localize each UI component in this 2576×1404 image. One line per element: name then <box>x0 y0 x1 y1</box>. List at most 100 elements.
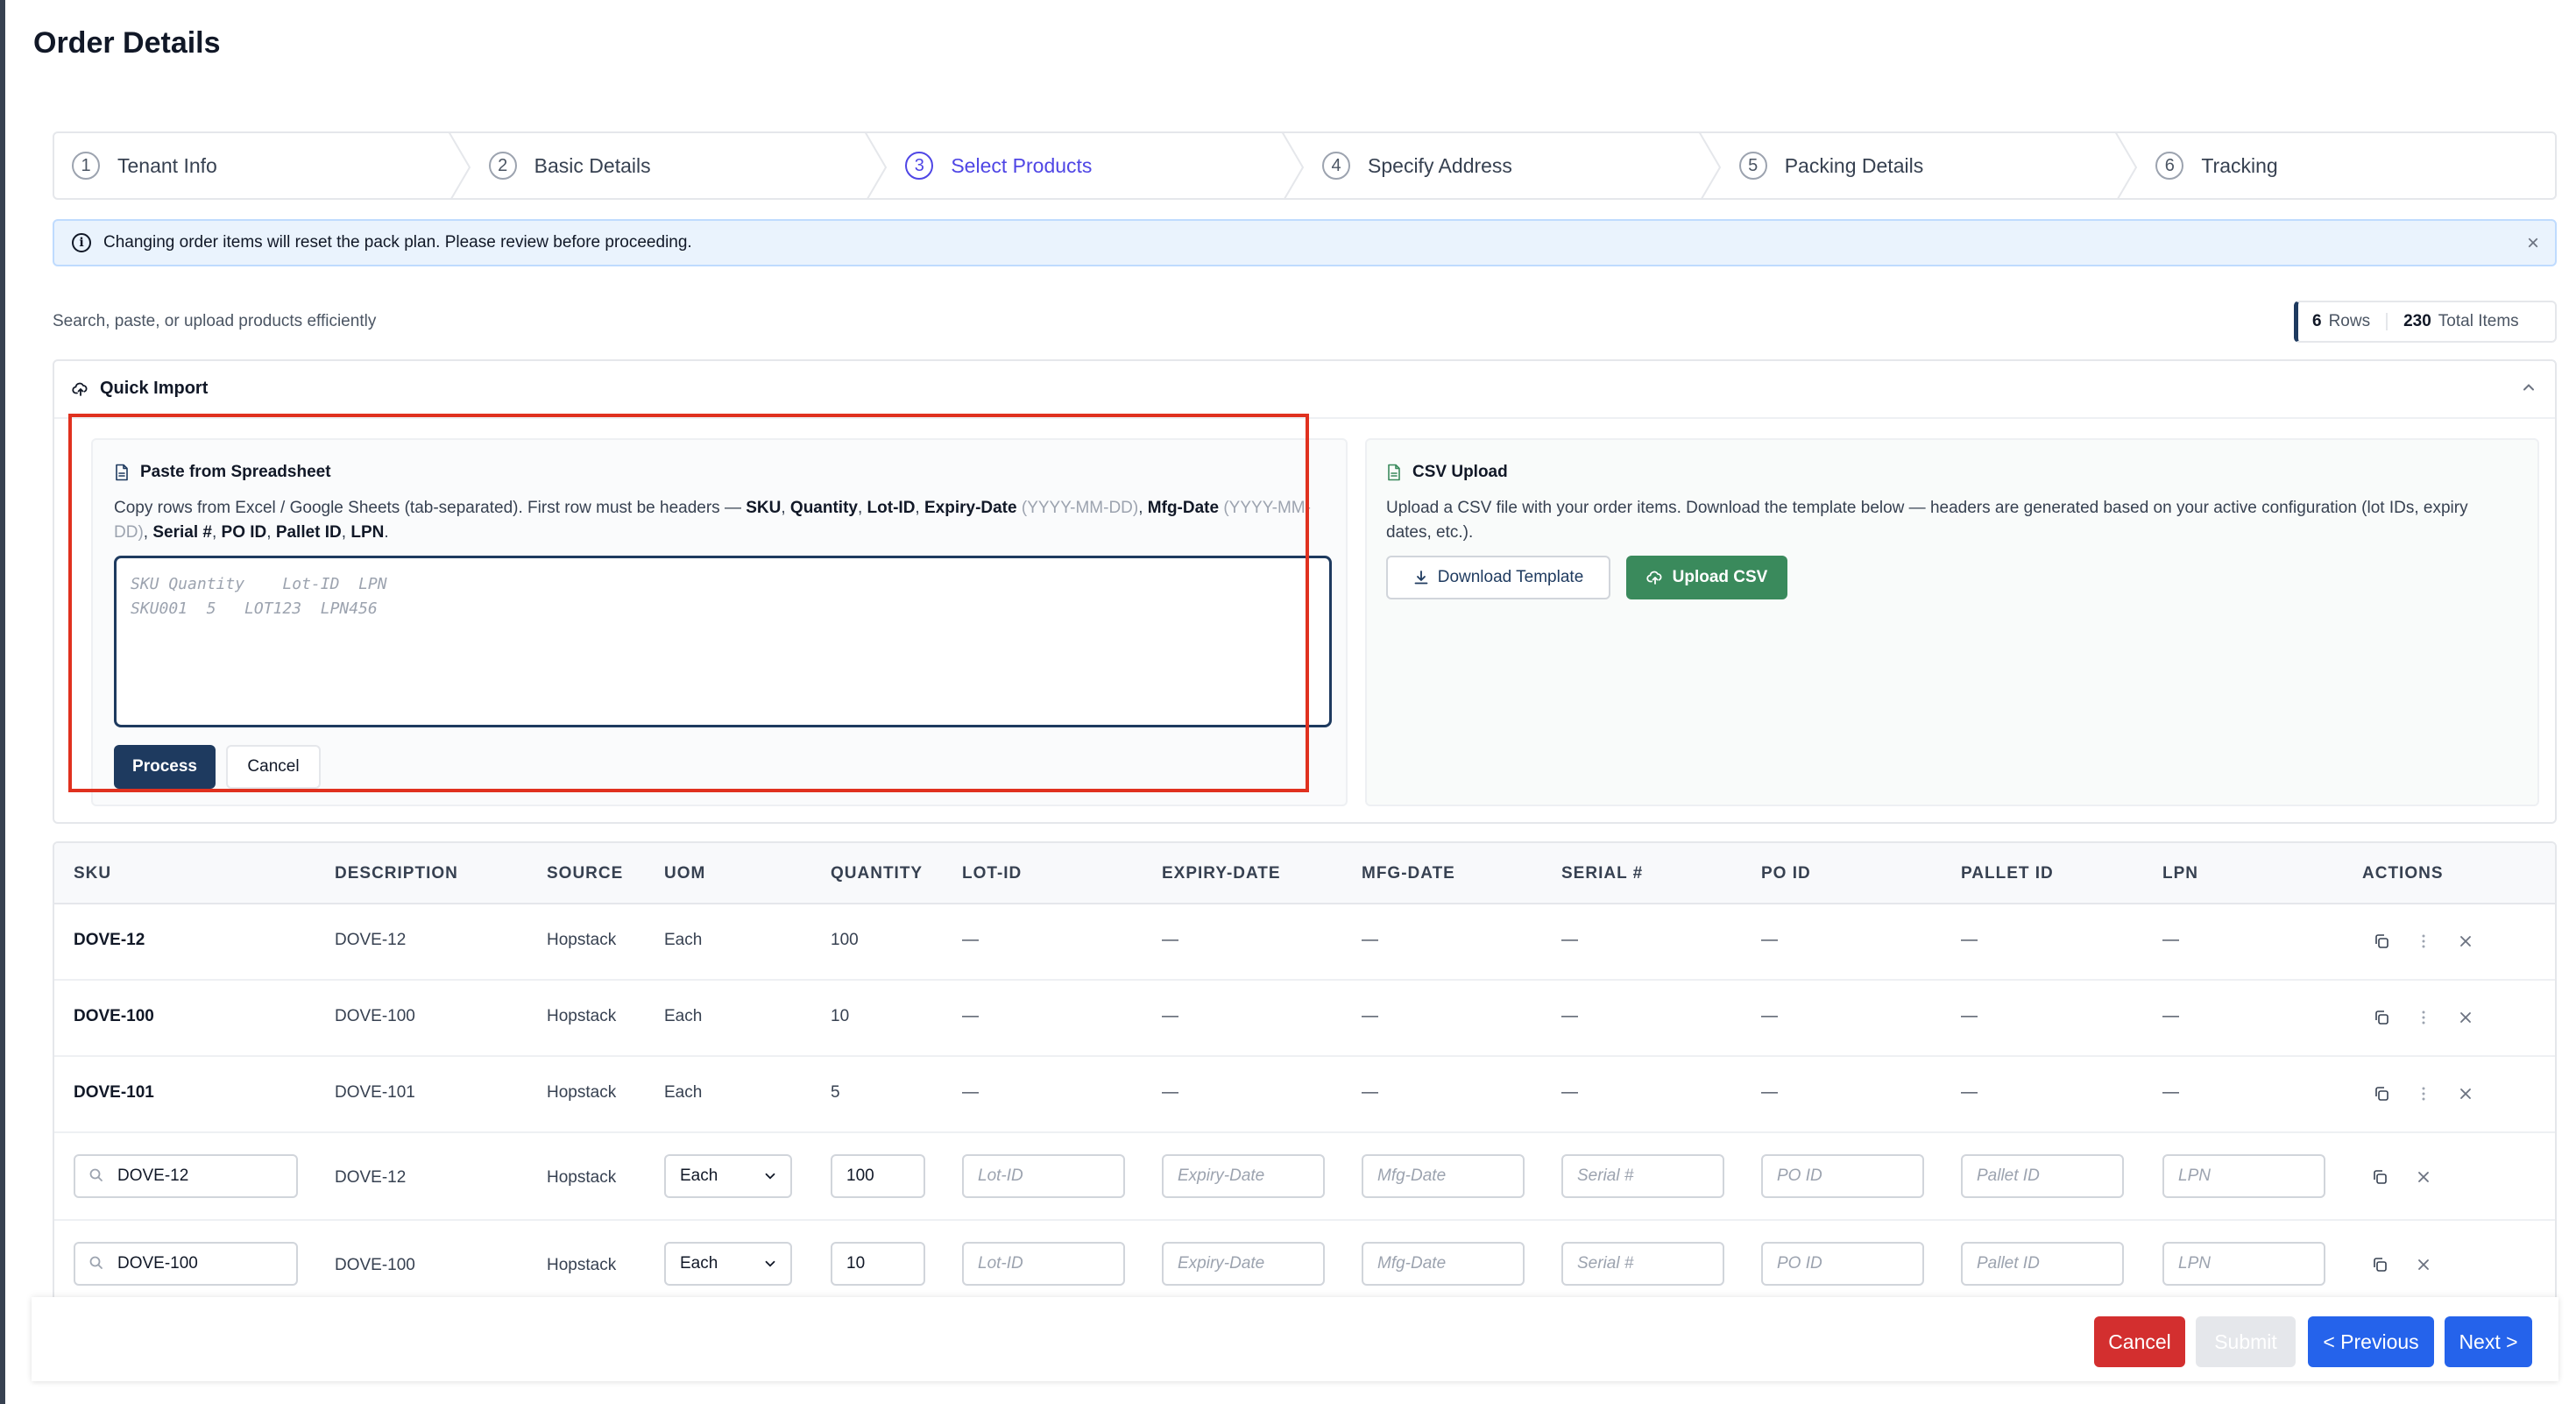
step-label: Tenant Info <box>117 153 217 177</box>
step-separator <box>865 133 888 198</box>
sku-search-input[interactable]: DOVE-12 <box>74 1154 298 1198</box>
download-template-button[interactable]: Download Template <box>1386 556 1610 599</box>
quantity-input[interactable]: 10 <box>831 1242 925 1286</box>
cell-po: — <box>1761 1083 1778 1102</box>
previous-button[interactable]: < Previous <box>2308 1316 2434 1367</box>
paste-title-text: Paste from Spreadsheet <box>140 463 331 481</box>
step-4[interactable]: 4 Specify Address <box>1305 133 1722 198</box>
lpn-input[interactable]: LPN <box>2162 1242 2325 1286</box>
page-title: Order Details <box>33 26 221 60</box>
divider <box>54 417 2555 419</box>
cell-description: DOVE-12 <box>335 931 407 949</box>
column-header: SOURCE <box>547 864 624 883</box>
cell-lpn: — <box>2162 1007 2179 1025</box>
counts-summary: 6 Rows 230 Total Items <box>2294 301 2557 343</box>
table-row-editable: DOVE-12 DOVE-12 Hopstack Each 100 Lot-ID Expir… <box>54 1133 2555 1221</box>
lpn-input[interactable]: LPN <box>2162 1154 2325 1198</box>
step-5[interactable]: 5 Packing Details <box>1722 133 2139 198</box>
close-icon[interactable]: × <box>2527 231 2539 256</box>
paste-card-title: Paste from Spreadsheet <box>114 463 331 482</box>
rows-count: 6 <box>2312 312 2322 330</box>
close-icon[interactable] <box>2457 1085 2474 1103</box>
header-lot: Lot-ID <box>867 499 916 517</box>
cell-sku: DOVE-100 <box>74 1007 154 1025</box>
footer-cancel-button[interactable]: Cancel <box>2094 1316 2185 1367</box>
cell-po: — <box>1761 931 1778 949</box>
pallet-input[interactable]: Pallet ID <box>1961 1154 2124 1198</box>
step-1[interactable]: 1 Tenant Info <box>54 133 471 198</box>
left-rail <box>0 0 5 1404</box>
quick-import-title: Quick Import <box>100 379 209 398</box>
table-row: DOVE-101 DOVE-101 Hopstack Each 5 — — — — — — — <box>54 1057 2555 1133</box>
copy-icon[interactable] <box>2371 1168 2388 1186</box>
quantity-input[interactable]: 100 <box>831 1154 925 1198</box>
upload-csv-button[interactable]: Upload CSV <box>1626 556 1787 599</box>
cell-description: DOVE-101 <box>335 1083 415 1102</box>
mfg-input[interactable]: Mfg-Date <box>1362 1242 1525 1286</box>
close-icon[interactable] <box>2457 932 2474 950</box>
cell-source: Hopstack <box>547 1007 617 1025</box>
next-button[interactable]: Next > <box>2445 1316 2532 1367</box>
close-icon[interactable] <box>2415 1256 2432 1273</box>
copy-icon[interactable] <box>2371 1256 2388 1273</box>
cell-source: Hopstack <box>547 1083 617 1102</box>
more-vertical-icon[interactable] <box>2415 932 2432 950</box>
copy-icon[interactable] <box>2373 1009 2390 1026</box>
po-input[interactable]: PO ID <box>1761 1242 1924 1286</box>
chevron-up-icon[interactable] <box>2520 379 2537 401</box>
header-sku: SKU <box>746 499 782 517</box>
column-header: LPN <box>2162 864 2198 883</box>
header-serial: Serial # <box>152 523 212 542</box>
order-items-table: SKU DESCRIPTION SOURCE UOM QUANTITY LOT-ID EXP… <box>53 841 2557 1306</box>
items-label: Total Items <box>2438 312 2519 330</box>
step-label: Tracking <box>2201 153 2278 177</box>
step-separator <box>1698 133 1721 198</box>
sku-value: DOVE-100 <box>117 1254 198 1273</box>
lot-input[interactable]: Lot-ID <box>962 1242 1125 1286</box>
copy-icon[interactable] <box>2373 1085 2390 1103</box>
uom-select[interactable]: Each <box>664 1242 792 1286</box>
cancel-paste-button[interactable]: Cancel <box>226 745 321 789</box>
serial-input[interactable]: Serial # <box>1561 1242 1724 1286</box>
cell-mfg: — <box>1362 1007 1378 1025</box>
copy-icon[interactable] <box>2373 932 2390 950</box>
step-label: Specify Address <box>1368 153 1512 177</box>
step-3[interactable]: 3 Select Products <box>888 133 1305 198</box>
chevron-down-icon <box>762 1168 778 1189</box>
expiry-format: (YYYY-MM-DD) <box>1021 499 1139 517</box>
sku-search-input[interactable]: DOVE-100 <box>74 1242 298 1286</box>
step-6[interactable]: 6 Tracking <box>2138 133 2555 198</box>
cell-mfg: — <box>1362 931 1378 949</box>
step-number: 5 <box>1738 152 1767 180</box>
expiry-input[interactable]: Expiry-Date <box>1162 1154 1325 1198</box>
step-separator <box>2115 133 2138 198</box>
csv-card-title: CSV Upload <box>1386 463 1508 482</box>
step-2[interactable]: 2 Basic Details <box>471 133 888 198</box>
download-label: Download Template <box>1437 568 1584 586</box>
serial-input[interactable]: Serial # <box>1561 1154 1724 1198</box>
lot-input[interactable]: Lot-ID <box>962 1154 1125 1198</box>
more-vertical-icon[interactable] <box>2415 1085 2432 1103</box>
csv-file-icon <box>1388 464 1400 481</box>
expiry-input[interactable]: Expiry-Date <box>1162 1242 1325 1286</box>
paste-textarea[interactable]: SKU Quantity Lot-ID LPN SKU001 5 LOT123 L… <box>114 556 1332 727</box>
cell-pallet: — <box>1961 931 1978 949</box>
uom-select[interactable]: Each <box>664 1154 792 1198</box>
submit-button[interactable]: Submit <box>2196 1316 2296 1367</box>
cell-description: DOVE-100 <box>335 1256 415 1274</box>
more-vertical-icon[interactable] <box>2415 1009 2432 1026</box>
po-input[interactable]: PO ID <box>1761 1154 1924 1198</box>
cell-lpn: — <box>2162 1083 2179 1102</box>
pallet-input[interactable]: Pallet ID <box>1961 1242 2124 1286</box>
cell-description: DOVE-100 <box>335 1007 415 1025</box>
cell-lot: — <box>962 931 979 949</box>
close-icon[interactable] <box>2415 1168 2432 1186</box>
quick-import-header[interactable]: Quick Import <box>72 379 208 399</box>
process-button[interactable]: Process <box>114 745 216 789</box>
step-number: 3 <box>905 152 934 180</box>
close-icon[interactable] <box>2457 1009 2474 1026</box>
cell-source: Hopstack <box>547 1256 617 1274</box>
cell-uom: Each <box>664 1083 703 1102</box>
cell-expiry: — <box>1162 1083 1178 1102</box>
mfg-input[interactable]: Mfg-Date <box>1362 1154 1525 1198</box>
